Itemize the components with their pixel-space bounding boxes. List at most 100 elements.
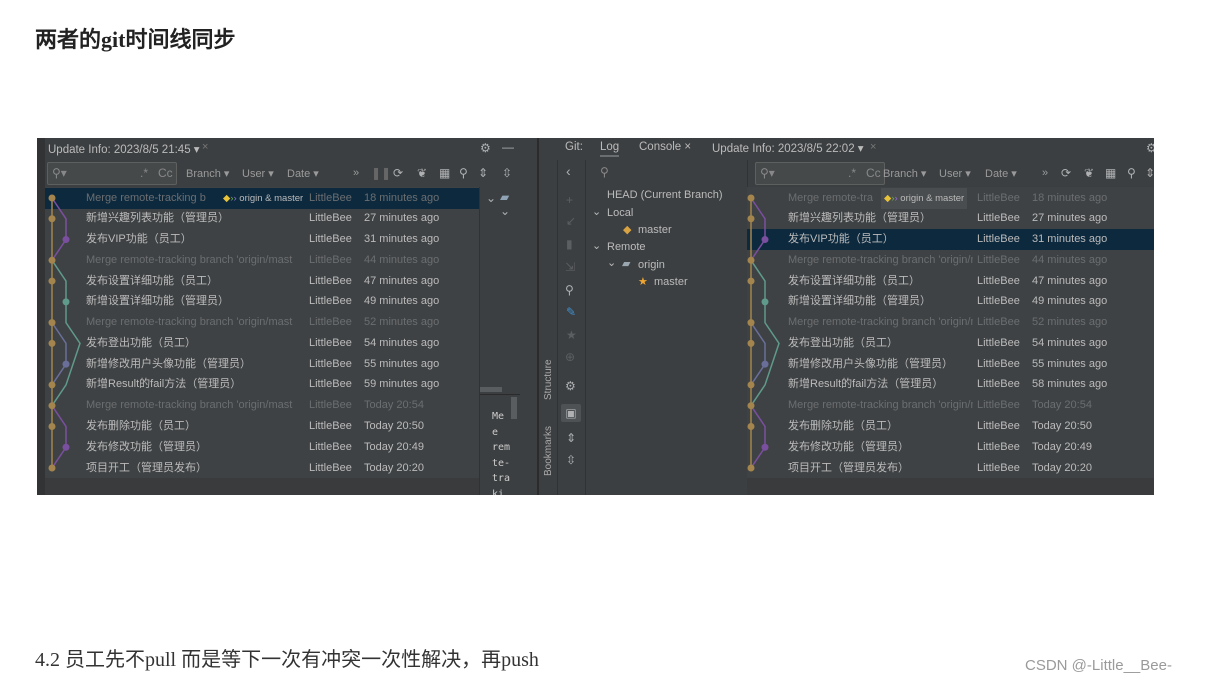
branch-origin[interactable]: origin <box>638 259 665 271</box>
list-footer <box>45 478 479 495</box>
collapse-icon[interactable]: ⇳ <box>502 167 512 179</box>
chevron-down-icon[interactable]: ⌄ <box>607 256 616 269</box>
merge-icon[interactable]: ⇲ <box>565 261 575 273</box>
graph-edge <box>750 259 780 407</box>
star-icon[interactable]: ★ <box>566 329 577 341</box>
commit-date: 44 minutes ago <box>364 253 440 266</box>
grid-icon[interactable]: ▦ <box>439 167 450 179</box>
structure-tab[interactable]: Structure <box>543 359 554 400</box>
graph-edge <box>51 197 67 261</box>
regex-toggle[interactable]: .* <box>140 166 148 180</box>
commit-list[interactable]: Merge remote-tra ◆›› origin & master Littl… <box>747 187 1154 478</box>
vertical-scrollbar[interactable] <box>511 397 517 419</box>
branch-head[interactable]: HEAD (Current Branch) <box>607 189 723 201</box>
branch-group-remote[interactable]: Remote <box>607 241 646 253</box>
settings-icon[interactable]: ⚙ <box>565 380 576 392</box>
expand-icon[interactable]: ⇕ <box>1145 167 1154 179</box>
tab-log[interactable]: Log <box>600 141 620 157</box>
search-icon: ⚲▾ <box>52 166 67 180</box>
branch-filter[interactable]: Branch ▾ <box>883 167 926 180</box>
minimize-icon[interactable]: — <box>502 141 514 153</box>
commit-author: LittleBee <box>977 357 1020 370</box>
update-info-tab[interactable]: Update Info: 2023/8/5 21:45 ▾ <box>48 142 200 156</box>
branch-origin-master[interactable]: master <box>654 276 688 288</box>
cherry-pick-icon[interactable]: ❦ <box>1084 167 1094 179</box>
gear-icon[interactable]: ⚙ <box>1146 142 1154 154</box>
search-icon[interactable]: ⚲ <box>1127 167 1136 179</box>
commit-graph <box>48 194 81 472</box>
toolbar-column: ‹ + ↙ ▮ ⇲ ⚲ ✎ ★ ⊕ ⚙ ▣ ⇕ ⇳ <box>558 160 586 495</box>
commit-node <box>747 194 755 202</box>
plus-icon[interactable]: + <box>566 194 573 206</box>
arrow-down-left-icon[interactable]: ↙ <box>566 215 576 227</box>
commit-date: 18 minutes ago <box>364 191 440 204</box>
close-tab-icon[interactable]: × <box>202 141 208 153</box>
user-filter[interactable]: User ▾ <box>242 167 274 180</box>
regex-toggle[interactable]: .* <box>848 166 856 180</box>
details-line: ki <box>492 488 505 496</box>
pause-icon[interactable]: ❚❚ <box>371 167 391 179</box>
collapse-icon[interactable]: ⇳ <box>566 454 576 466</box>
commit-date: Today 20:20 <box>364 461 424 474</box>
tag-icon: ◆ <box>623 224 632 236</box>
commit-author: LittleBee <box>977 440 1020 453</box>
log-search-input[interactable]: ⚲▾ .* Cc <box>755 162 885 185</box>
ref-tag[interactable]: ◆›› origin & master <box>223 188 303 209</box>
branch-tree: ⚲ HEAD (Current Branch) ⌄ Local ◆ master… <box>586 160 748 495</box>
bookmarks-tab[interactable]: Bookmarks <box>543 426 554 476</box>
search-icon[interactable]: ⚲ <box>565 284 574 296</box>
refresh-icon[interactable]: ⟳ <box>393 167 403 179</box>
graph-edge <box>51 322 67 386</box>
changes-panel: ⌄ ▰ ⌄ Me e rem te-tra ki <box>479 187 521 495</box>
commit-author: LittleBee <box>309 399 352 412</box>
commit-node <box>761 236 769 244</box>
date-filter[interactable]: Date ▾ <box>985 167 1017 180</box>
search-icon[interactable]: ⚲ <box>459 167 468 179</box>
panel-gap <box>520 138 537 495</box>
section-heading: 两者的git时间线同步 <box>35 27 236 52</box>
chevron-down-icon[interactable]: ⌄ <box>500 205 510 217</box>
refresh-icon[interactable]: ⟳ <box>1061 167 1071 179</box>
cherry-pick-icon[interactable]: ❦ <box>417 167 427 179</box>
commit-list[interactable]: Merge remote-tracking b ◆›› origin & mast… <box>45 187 479 478</box>
commit-node <box>747 215 755 223</box>
trash-icon[interactable]: ▮ <box>566 238 573 250</box>
more-icon[interactable]: » <box>1042 167 1048 179</box>
case-toggle[interactable]: Cc <box>866 166 881 180</box>
gear-icon[interactable]: ⚙ <box>480 142 491 154</box>
star-icon: ★ <box>638 276 648 288</box>
grid-icon[interactable]: ▦ <box>1105 167 1116 179</box>
commit-author: LittleBee <box>309 316 352 329</box>
search-icon[interactable]: ⚲ <box>600 165 609 179</box>
chevron-down-icon[interactable]: ⌄ <box>486 192 496 204</box>
tab-update-info[interactable]: Update Info: 2023/8/5 22:02 ▾ <box>712 141 864 155</box>
more-icon[interactable]: » <box>353 167 359 179</box>
tab-console[interactable]: Console × <box>639 141 691 153</box>
log-search-input[interactable]: ⚲▾ .* Cc <box>47 162 177 185</box>
expand-icon[interactable]: ⇕ <box>478 167 488 179</box>
chevron-down-icon[interactable]: ⌄ <box>592 239 601 252</box>
commit-date: Today 20:49 <box>1032 440 1092 453</box>
brush-icon[interactable]: ✎ <box>566 306 576 318</box>
chevron-left-icon[interactable]: ‹ <box>566 164 571 178</box>
branch-group-local[interactable]: Local <box>607 207 633 219</box>
layout-toggle-icon[interactable]: ▣ <box>561 404 581 422</box>
horizontal-scrollbar[interactable] <box>480 387 502 392</box>
commit-node <box>747 422 755 430</box>
expand-icon[interactable]: ⇕ <box>566 432 576 444</box>
target-icon[interactable]: ⊕ <box>565 351 575 363</box>
commit-node <box>48 402 56 410</box>
date-filter[interactable]: Date ▾ <box>287 167 319 180</box>
case-toggle[interactable]: Cc <box>158 166 173 180</box>
close-tab-icon[interactable]: × <box>870 141 876 153</box>
branch-filter[interactable]: Branch ▾ <box>186 167 229 180</box>
ref-tag-label: origin & master <box>239 192 304 204</box>
folder-icon: ▰ <box>500 190 510 204</box>
chevron-down-icon[interactable]: ⌄ <box>592 205 601 218</box>
commit-node <box>761 443 769 451</box>
branch-local-master[interactable]: master <box>638 224 672 236</box>
ref-tag[interactable]: ◆›› origin & master <box>881 187 968 209</box>
tag-icon: ◆›› <box>884 192 898 204</box>
user-filter[interactable]: User ▾ <box>939 167 971 180</box>
commit-date: 49 minutes ago <box>1032 295 1108 308</box>
